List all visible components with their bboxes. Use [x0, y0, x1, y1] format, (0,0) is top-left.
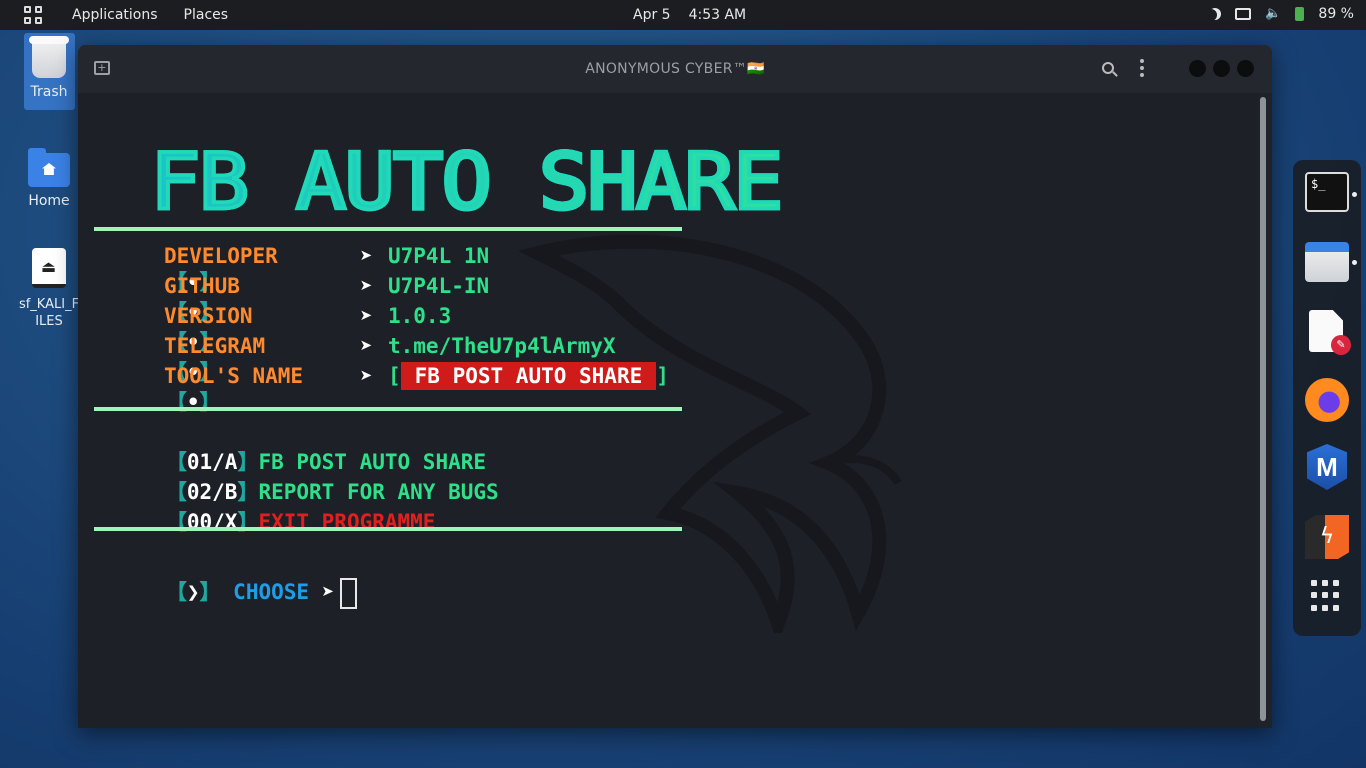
minimize-button[interactable] — [1189, 59, 1206, 77]
clock-time: 4:53 AM — [688, 7, 747, 23]
menu-option: 【01/A】FB POST AUTO SHARE — [165, 450, 487, 474]
desktop-icon-home[interactable]: Home — [18, 148, 80, 209]
terminal-icon[interactable]: $_ — [1305, 172, 1349, 212]
new-tab-icon[interactable]: + — [94, 61, 110, 75]
info-row: 【•】 TELEGRAM ➤ t.me/TheU7p4lArmyX — [164, 334, 616, 384]
info-row: 【•】 GITHUB ➤ U7P4L-IN — [164, 274, 490, 324]
info-value: t.me/TheU7p4lArmyX — [388, 334, 616, 358]
desktop-icon-trash[interactable]: Trash — [18, 36, 80, 100]
divider — [94, 407, 682, 411]
info-value: U7P4L-IN — [388, 274, 490, 298]
running-indicator — [1352, 192, 1357, 197]
places-menu[interactable]: Places — [184, 7, 229, 23]
battery-percent: 89 % — [1318, 6, 1354, 22]
arrow-icon: ➤ — [360, 334, 373, 358]
running-indicator — [1352, 260, 1357, 265]
arrow-icon: ➤ — [360, 304, 373, 328]
volume-icon[interactable]: 🔈 — [1265, 6, 1281, 22]
terminal-window[interactable]: + ANONYMOUS CYBER™🇮🇳 FB AUTO SHARE 【•】 D… — [78, 45, 1272, 728]
info-value: U7P4L 1N — [388, 244, 490, 268]
top-panel: Applications Places Apr 5 4:53 AM 🔈 89 % — [0, 0, 1366, 30]
info-label: TOOL'S NAME — [164, 364, 304, 388]
files-icon[interactable] — [1305, 242, 1349, 282]
firefox-icon[interactable] — [1305, 378, 1349, 422]
trash-icon — [29, 36, 69, 78]
text-cursor[interactable] — [340, 577, 358, 609]
menu-icon[interactable] — [1140, 59, 1144, 77]
display-icon[interactable] — [1235, 8, 1252, 20]
applications-menu[interactable]: Applications — [72, 7, 158, 23]
info-label: VERSION — [164, 304, 253, 328]
banner-title: FB AUTO SHARE — [148, 135, 785, 229]
menu-option: 【00/X】EXIT PROGRAMME — [165, 510, 436, 534]
drive-icon: ⏏ — [32, 248, 66, 288]
divider — [94, 227, 682, 231]
info-value: 1.0.3 — [388, 304, 452, 328]
info-label: TELEGRAM — [164, 334, 266, 358]
info-row: 【•】 DEVELOPER ➤ U7P4L 1N — [164, 244, 490, 294]
system-tray[interactable]: 🔈 89 % — [1209, 6, 1354, 22]
info-label: GITHUB — [164, 274, 240, 298]
scrollbar[interactable] — [1260, 97, 1266, 721]
metasploit-icon[interactable]: M — [1307, 444, 1347, 490]
tool-name-tag: [FB POST AUTO SHARE] — [388, 362, 669, 390]
choose-prompt[interactable]: 【❯】 CHOOSE ➤ — [90, 541, 358, 609]
arrow-icon: ➤ — [360, 274, 373, 298]
arrow-icon: ➤ — [360, 244, 373, 268]
desktop-icon-label: Home — [28, 193, 70, 209]
close-button[interactable] — [1237, 59, 1254, 77]
search-icon[interactable] — [1102, 62, 1114, 74]
terminal-output[interactable]: FB AUTO SHARE 【•】 DEVELOPER ➤ U7P4L 1N 【… — [78, 93, 1258, 728]
battery-icon — [1295, 7, 1305, 21]
home-folder-icon — [28, 148, 70, 187]
desktop-icon-label: Trash — [30, 84, 68, 100]
dock: $_ ✎ M ϟ — [1293, 160, 1361, 636]
divider — [94, 527, 682, 531]
info-label: DEVELOPER — [164, 244, 278, 268]
info-row: 【•】 VERSION ➤ 1.0.3 — [164, 304, 452, 354]
info-value: FB POST AUTO SHARE — [400, 362, 657, 390]
kali-dragon-watermark — [517, 234, 902, 633]
clock[interactable]: Apr 5 4:53 AM — [633, 7, 746, 23]
desktop-icon-sf-kali-files[interactable]: ⏏ sf_KALI_FILES — [18, 248, 80, 330]
arrow-icon: ➤ — [321, 580, 335, 604]
choose-label: CHOOSE — [233, 580, 310, 604]
desktop-icon-label: sf_KALI_FILES — [18, 297, 80, 329]
terminal-title: ANONYMOUS CYBER™🇮🇳 — [585, 61, 765, 77]
menu-option: 【02/B】REPORT FOR ANY BUGS — [165, 480, 499, 504]
pencil-icon: ✎ — [1331, 335, 1351, 355]
info-row: 【•】 TOOL'S NAME ➤ [FB POST AUTO SHARE] — [90, 362, 669, 414]
clock-date: Apr 5 — [633, 7, 671, 23]
maximize-button[interactable] — [1213, 59, 1230, 77]
activities-grid-icon[interactable] — [24, 6, 42, 24]
app-grid-icon[interactable] — [1311, 580, 1343, 612]
night-mode-icon[interactable] — [1209, 8, 1221, 20]
burpsuite-icon[interactable]: ϟ — [1305, 515, 1349, 559]
arrow-icon: ➤ — [360, 364, 373, 388]
terminal-titlebar[interactable]: + ANONYMOUS CYBER™🇮🇳 — [78, 45, 1272, 93]
